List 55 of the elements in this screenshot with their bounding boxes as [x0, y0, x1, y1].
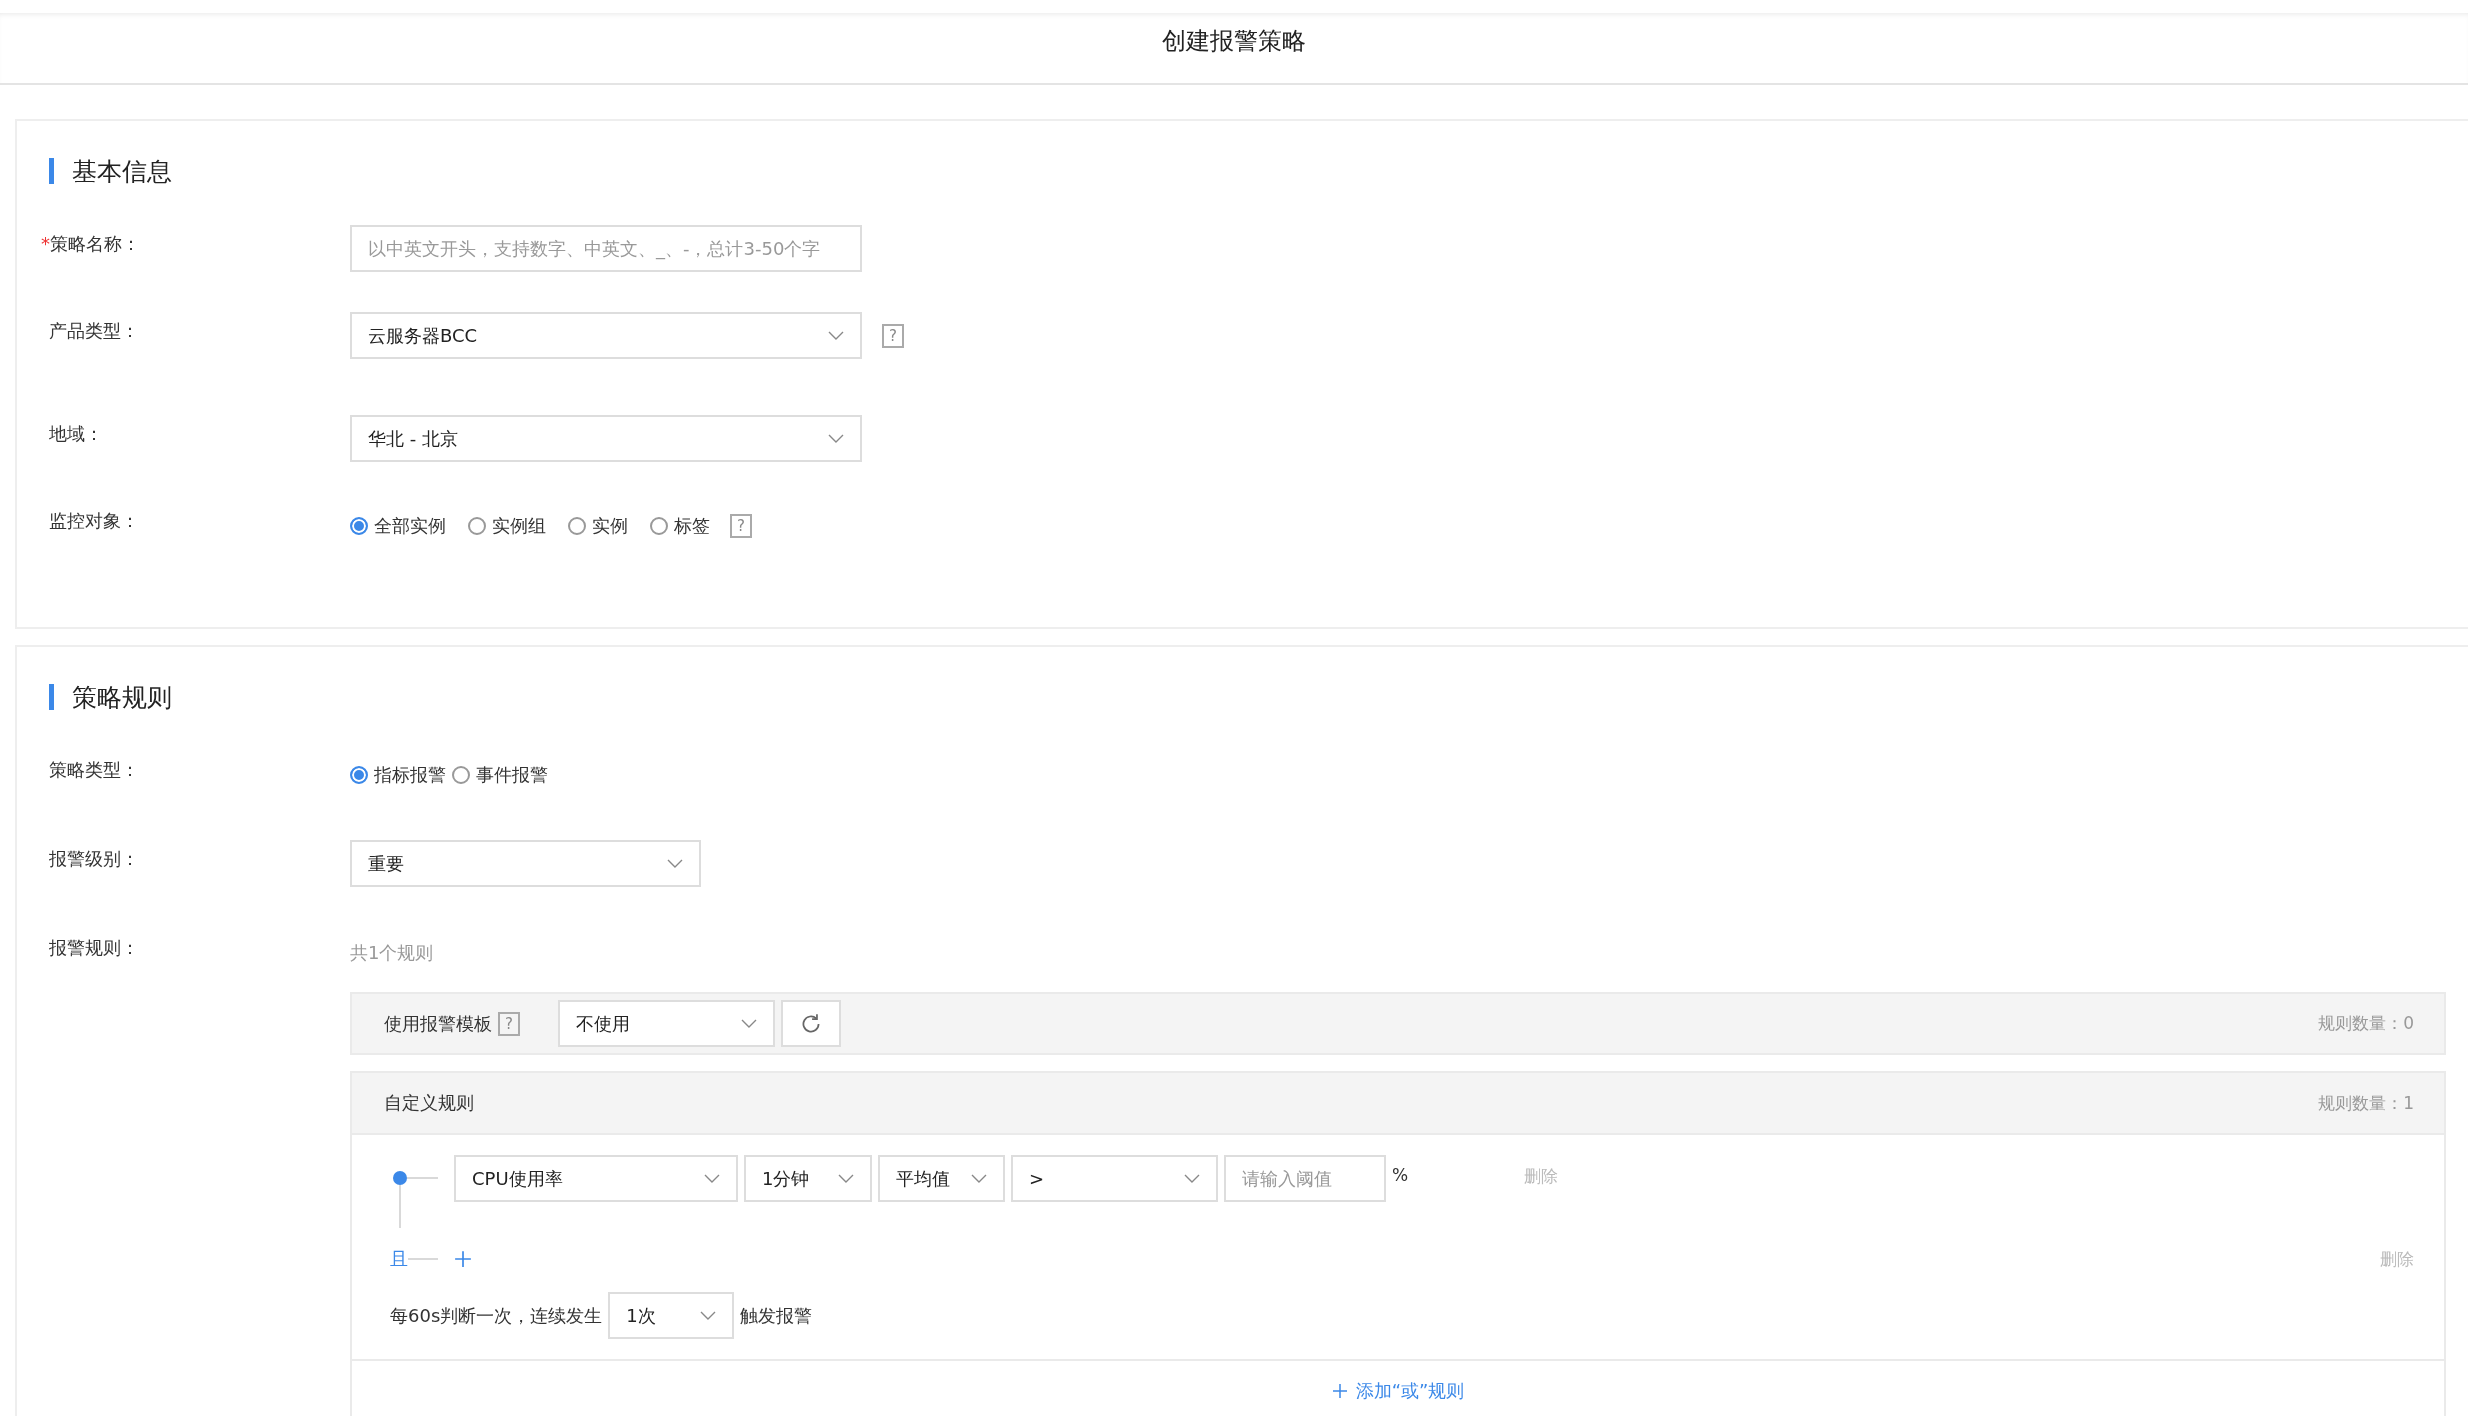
plus-icon [1331, 1383, 1348, 1399]
threshold-input-field[interactable]: 请输入阈值 [1224, 1155, 1386, 1202]
field-label: 策略名称： [50, 231, 140, 256]
page-title: 创建报警策略 [1162, 26, 1306, 57]
chevron-down-icon [838, 1173, 854, 1184]
chevron-down-icon [704, 1173, 720, 1184]
radio-option[interactable]: 指标报警 [350, 762, 446, 787]
required-mark: * [41, 233, 50, 254]
radio-option[interactable]: 实例 [568, 513, 628, 538]
times-select[interactable]: 1次 [608, 1292, 735, 1339]
dropdown-select[interactable]: 重要 [350, 840, 701, 887]
field-label: 报警级别： [49, 846, 139, 871]
frequency-text: 触发报警 [740, 1303, 813, 1328]
dropdown-select[interactable]: 华北 - 北京 [350, 415, 862, 462]
field-label: 产品类型： [49, 318, 139, 343]
connector-line [408, 1257, 438, 1261]
section-accent-bar [49, 158, 54, 184]
rule-count: 规则数量：1 [2318, 1091, 2414, 1115]
statistic-select[interactable]: 平均值 [878, 1155, 1005, 1202]
chevron-down-icon [828, 330, 844, 341]
chevron-down-icon [971, 1173, 987, 1184]
and-label: 且 [390, 1247, 408, 1271]
chevron-down-icon [1184, 1173, 1200, 1184]
panel-title: 自定义规则 [384, 1091, 474, 1115]
help-button[interactable]: ? [882, 323, 904, 348]
unit-label: % [1392, 1165, 1409, 1185]
radio-option[interactable]: 标签 [650, 513, 710, 538]
chevron-down-icon [828, 433, 844, 444]
refresh-button[interactable] [781, 1000, 841, 1047]
radio-option[interactable]: 全部实例 [350, 513, 446, 538]
section-title: 策略规则 [72, 681, 172, 714]
field-label: 地域： [49, 421, 103, 446]
radio-option[interactable]: 实例组 [468, 513, 546, 538]
rule-count: 规则数量：0 [2318, 1012, 2414, 1035]
section-accent-bar [49, 684, 54, 710]
dropdown-select[interactable]: 云服务器BCC [350, 312, 862, 359]
frequency-text: 每60s判断一次，连续发生 [390, 1303, 603, 1328]
chevron-down-icon [700, 1310, 717, 1321]
field-label: 监控对象： [49, 508, 139, 533]
metric-select[interactable]: CPU使用率 [454, 1155, 738, 1202]
help-button[interactable]: ? [730, 513, 752, 538]
operator-select[interactable]: > [1011, 1155, 1218, 1202]
add-or-rule-link[interactable]: 添加“或”规则 [1331, 1379, 1465, 1403]
chevron-down-icon [741, 1018, 757, 1029]
template-select[interactable]: 不使用 [558, 1000, 775, 1047]
radio-option[interactable]: 事件报警 [452, 762, 548, 787]
chevron-down-icon [667, 858, 683, 869]
rule-count-note: 共1个规则 [350, 940, 434, 965]
add-condition-plus-icon[interactable] [454, 1250, 472, 1268]
field-label: 策略类型： [49, 757, 139, 782]
name-input-field[interactable]: 以中英文开头，支持数字、中英文、_、-，总计3-50个字 [350, 225, 862, 272]
section-title: 基本信息 [72, 155, 172, 188]
template-label: 使用报警模板 [384, 1011, 492, 1036]
field-label: 报警规则： [49, 935, 139, 960]
period-select[interactable]: 1分钟 [744, 1155, 872, 1202]
